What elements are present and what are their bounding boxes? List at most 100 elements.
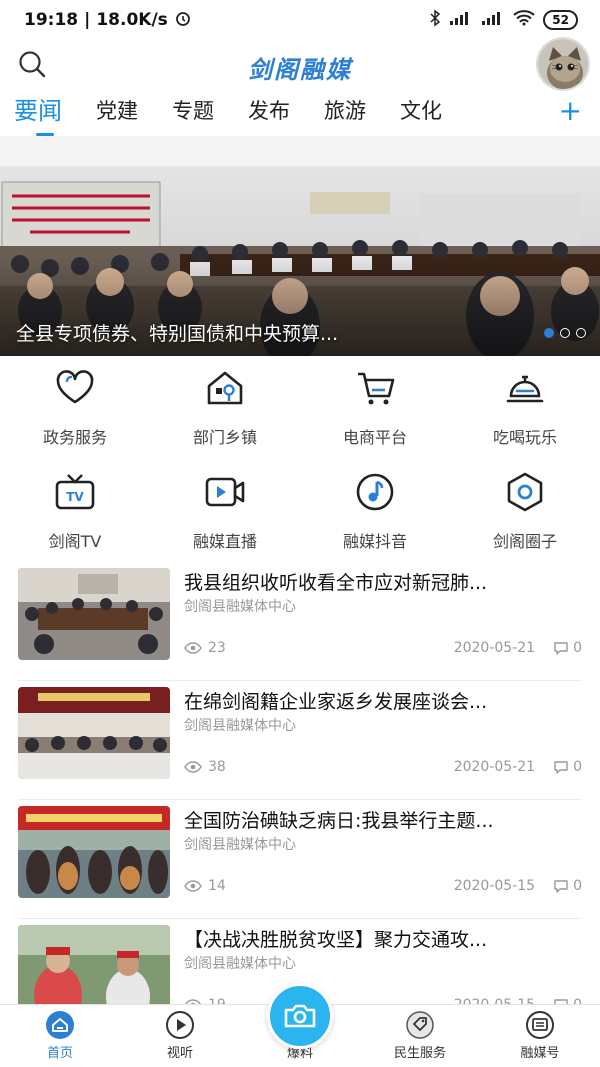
- nav-label: 首页: [46, 1046, 73, 1061]
- news-title: 在绵剑阁籍企业家返乡发展座谈会...: [184, 691, 488, 713]
- carousel-dot[interactable]: [544, 328, 554, 338]
- carousel-dot[interactable]: [560, 328, 570, 338]
- avatar[interactable]: [536, 37, 590, 91]
- camera-icon: [284, 1004, 316, 1028]
- views-count: 14: [208, 878, 226, 894]
- news-date: 2020-05-21: [453, 640, 536, 656]
- status-left: 19:18 | 18.0K/s: [24, 9, 192, 32]
- views: 14: [184, 878, 226, 894]
- news-thumbnail: [18, 687, 170, 779]
- alarm-icon: [174, 9, 192, 32]
- views-count: 38: [208, 759, 226, 775]
- views: 38: [184, 759, 226, 775]
- comments-count: 0: [573, 878, 582, 894]
- tab-dangjian[interactable]: 党建: [96, 92, 138, 132]
- eye-icon: [184, 880, 202, 892]
- tab-wenhua[interactable]: 文化: [400, 92, 442, 132]
- service-label: 融媒抖音: [342, 532, 407, 551]
- service-dianshang[interactable]: 电商平台: [300, 366, 450, 447]
- hexagon-circle-icon: [503, 470, 547, 514]
- signal-hd-icon: [481, 10, 505, 31]
- cart-icon: [353, 366, 397, 410]
- comments[interactable]: 0: [553, 878, 582, 894]
- svg-text:TV: TV: [66, 490, 84, 504]
- status-right: 52: [429, 9, 578, 32]
- service-bumen[interactable]: 部门乡镇: [150, 366, 300, 447]
- list-item[interactable]: 在绵剑阁籍企业家返乡发展座谈会... 剑阁县融媒体中心 38 2020-05-2…: [18, 681, 582, 800]
- play-icon: [165, 1010, 195, 1040]
- comments[interactable]: 0: [553, 759, 582, 775]
- service-label: 吃喝玩乐: [492, 428, 557, 447]
- eye-icon: [184, 642, 202, 654]
- comments[interactable]: 0: [553, 640, 582, 656]
- news-thumbnail: [18, 806, 170, 898]
- cloche-icon: [503, 366, 547, 410]
- carousel-dots: [544, 328, 586, 338]
- service-douyin[interactable]: 融媒抖音: [300, 470, 450, 551]
- news-source: 剑阁县融媒体中心: [184, 837, 296, 853]
- news-list: 我县组织收听收看全市应对新冠肺... 剑阁县融媒体中心 23 2020-05-2…: [0, 562, 600, 1038]
- eye-icon: [184, 761, 202, 773]
- comment-icon: [554, 642, 568, 655]
- tab-lvyou[interactable]: 旅游: [324, 92, 366, 132]
- nav-media-account[interactable]: 融媒号: [480, 1005, 600, 1067]
- home-icon: [45, 1010, 75, 1040]
- category-tabs: 要闻 党建 专题 发布 旅游 文化 +: [0, 92, 600, 136]
- news-thumbnail: [18, 568, 170, 660]
- news-date: 2020-05-15: [453, 878, 536, 894]
- signal-icon: [449, 10, 473, 31]
- list-item[interactable]: 我县组织收听收看全市应对新冠肺... 剑阁县融媒体中心 23 2020-05-2…: [18, 562, 582, 681]
- news-title: 全国防治碘缺乏病日:我县举行主题...: [184, 810, 494, 832]
- service-jiangetv[interactable]: TV 剑阁TV: [0, 470, 150, 551]
- news-date: 2020-05-21: [453, 759, 536, 775]
- banner-caption: 全县专项债券、特别国债和中央预算...: [16, 323, 339, 345]
- heart-icon: [53, 366, 97, 410]
- news-title: 我县组织收听收看全市应对新冠肺...: [184, 572, 488, 594]
- comment-icon: [554, 880, 568, 893]
- nav-label: 民生服务: [393, 1046, 446, 1061]
- views: 23: [184, 640, 226, 656]
- service-label: 剑阁TV: [48, 532, 102, 551]
- service-label: 部门乡镇: [192, 428, 257, 447]
- nav-label: 视听: [166, 1046, 193, 1061]
- service-zhengwu[interactable]: 政务服务: [0, 366, 150, 447]
- wifi-icon: [513, 9, 535, 31]
- status-bar: 19:18 | 18.0K/s 52: [0, 0, 600, 40]
- service-zhibo[interactable]: 融媒直播: [150, 470, 300, 551]
- media-account-icon: [525, 1010, 555, 1040]
- add-tab-button[interactable]: +: [559, 92, 582, 130]
- nav-services[interactable]: 民生服务: [360, 1005, 480, 1067]
- carousel-dot[interactable]: [576, 328, 586, 338]
- news-source: 剑阁县融媒体中心: [184, 599, 296, 615]
- camera-report-button[interactable]: [267, 983, 333, 1049]
- status-divider: |: [84, 10, 91, 30]
- nav-label: 融媒号: [520, 1046, 560, 1061]
- service-label: 融媒直播: [192, 532, 257, 551]
- service-grid: 政务服务 部门乡镇 电商平台 吃喝玩乐 TV 剑阁TV 融媒直播 融媒抖音 剑阁…: [0, 366, 600, 551]
- status-network-speed: 18.0K/s: [96, 10, 168, 30]
- comments-count: 0: [573, 759, 582, 775]
- service-label: 剑阁圈子: [492, 532, 557, 551]
- live-video-icon: [203, 470, 247, 514]
- service-quanzi[interactable]: 剑阁圈子: [450, 470, 600, 551]
- comment-icon: [554, 761, 568, 774]
- tab-fabu[interactable]: 发布: [248, 92, 290, 132]
- news-source: 剑阁县融媒体中心: [184, 718, 296, 734]
- news-title: 【决战决胜脱贫攻坚】聚力交通攻...: [184, 929, 488, 951]
- tab-yaowen[interactable]: 要闻: [14, 92, 62, 136]
- nav-video[interactable]: 视听: [120, 1005, 240, 1067]
- news-meta: 14 2020-05-15 0: [184, 878, 582, 894]
- list-item[interactable]: 全国防治碘缺乏病日:我县举行主题... 剑阁县融媒体中心 14 2020-05-…: [18, 800, 582, 919]
- news-meta: 23 2020-05-21 0: [184, 640, 582, 656]
- house-pin-icon: [203, 366, 247, 410]
- app-header: 剑阁融媒: [0, 37, 600, 91]
- nav-home[interactable]: 首页: [0, 1005, 120, 1067]
- app-title: 剑阁融媒: [248, 56, 352, 84]
- comments-count: 0: [573, 640, 582, 656]
- service-chihe[interactable]: 吃喝玩乐: [450, 366, 600, 447]
- service-label: 电商平台: [342, 428, 407, 447]
- news-source: 剑阁县融媒体中心: [184, 956, 296, 972]
- status-time: 19:18: [24, 10, 79, 30]
- banner-carousel[interactable]: 全县专项债券、特别国债和中央预算...: [0, 136, 600, 356]
- tab-zhuanti[interactable]: 专题: [172, 92, 214, 132]
